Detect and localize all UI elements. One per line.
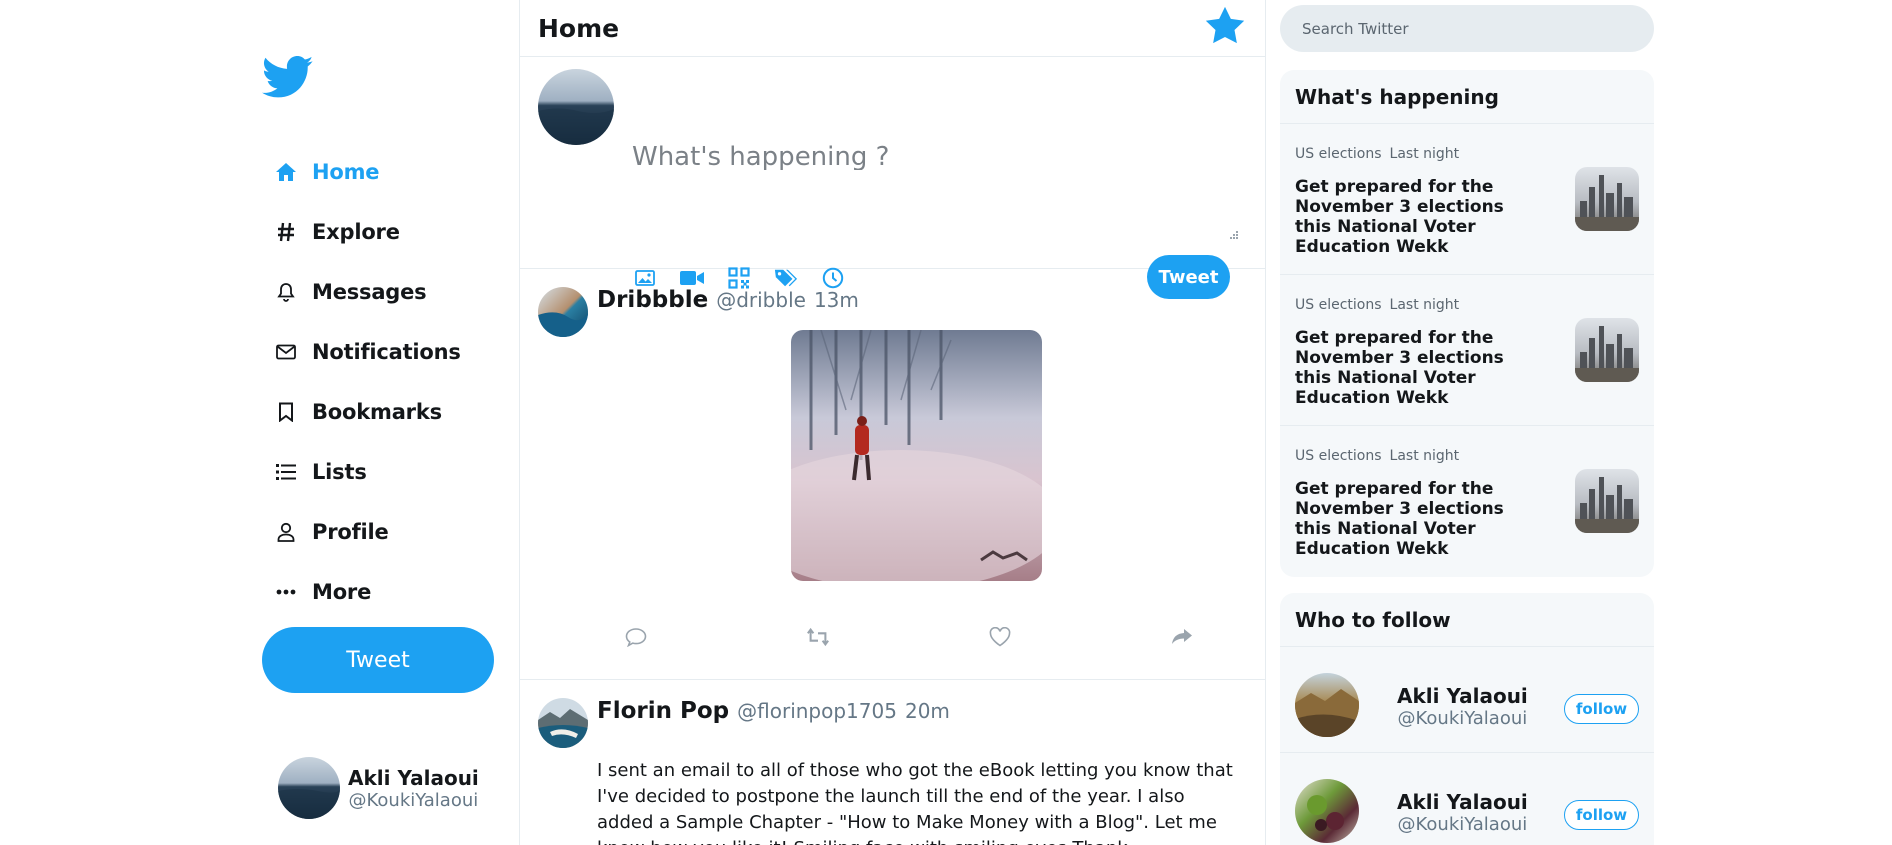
tweet-actions bbox=[624, 625, 1194, 649]
sidebar-item-lists[interactable]: Lists bbox=[274, 452, 367, 492]
follow-suggestion[interactable]: Akli Yalaoui @KoukiYalaoui follow bbox=[1280, 647, 1654, 753]
tweet-handle[interactable]: @florinpop1705 bbox=[737, 699, 897, 723]
avatar bbox=[538, 69, 614, 145]
trend-thumbnail bbox=[1575, 167, 1639, 231]
more-dots-icon bbox=[274, 580, 298, 604]
tweet-author[interactable]: Florin Pop bbox=[597, 698, 729, 724]
feed-header: Home bbox=[520, 0, 1265, 57]
avatar bbox=[278, 757, 340, 819]
trend-category: US elections bbox=[1295, 448, 1382, 464]
trend-title: Get prepared for the November 3 election… bbox=[1295, 479, 1504, 559]
trend-meta: US elections Last night bbox=[1295, 297, 1459, 313]
avatar bbox=[538, 287, 588, 337]
follow-button[interactable]: follow bbox=[1564, 800, 1639, 830]
share-icon[interactable] bbox=[1170, 625, 1194, 649]
follow-name: Akli Yalaoui bbox=[1397, 790, 1528, 814]
trends-title: What's happening bbox=[1280, 70, 1654, 124]
sidebar-item-label: Profile bbox=[312, 520, 389, 544]
reply-icon[interactable] bbox=[624, 625, 648, 649]
retweet-icon[interactable] bbox=[806, 625, 830, 649]
list-icon bbox=[274, 460, 298, 484]
tweet-header: Florin Pop @florinpop1705 20m bbox=[597, 698, 950, 724]
tweet-button[interactable]: Tweet bbox=[262, 627, 494, 693]
sidebar-item-label: Lists bbox=[312, 460, 367, 484]
trend-item[interactable]: US elections Last night Get prepared for … bbox=[1280, 426, 1654, 577]
avatar bbox=[1295, 673, 1359, 737]
trend-time: Last night bbox=[1389, 146, 1460, 162]
search-input[interactable] bbox=[1280, 5, 1654, 52]
like-heart-icon[interactable] bbox=[988, 625, 1012, 649]
sidebar-item-messages[interactable]: Messages bbox=[274, 272, 427, 312]
tweet-handle[interactable]: @dribble bbox=[716, 288, 806, 312]
sidebar-item-label: More bbox=[312, 580, 372, 604]
sidebar-item-home[interactable]: Home bbox=[274, 152, 380, 192]
left-sidebar: Home Explore Messages Notifications Book… bbox=[262, 0, 502, 845]
trend-item[interactable]: US elections Last night Get prepared for … bbox=[1280, 275, 1654, 426]
tweet-time: 13m bbox=[813, 288, 859, 312]
follow-name: Akli Yalaoui bbox=[1397, 684, 1528, 708]
right-column: What's happening US elections Last night … bbox=[1280, 0, 1655, 845]
tweet-text: I sent an email to all of those who got … bbox=[597, 760, 1233, 845]
tweet-author[interactable]: Dribbble bbox=[597, 287, 708, 313]
trend-meta: US elections Last night bbox=[1295, 448, 1459, 464]
trend-thumbnail bbox=[1575, 469, 1639, 533]
sidebar-item-label: Bookmarks bbox=[312, 400, 442, 424]
star-icon[interactable] bbox=[1203, 5, 1247, 51]
envelope-icon bbox=[274, 340, 298, 364]
avatar bbox=[1295, 779, 1359, 843]
tweet-post[interactable]: Florin Pop @florinpop1705 20m I sent an … bbox=[520, 680, 1265, 845]
trend-meta: US elections Last night bbox=[1295, 146, 1459, 162]
home-icon bbox=[274, 160, 298, 184]
sidebar-item-explore[interactable]: Explore bbox=[274, 212, 400, 252]
page-title: Home bbox=[538, 13, 620, 43]
trend-item[interactable]: US elections Last night Get prepared for … bbox=[1280, 124, 1654, 275]
sidebar-item-more[interactable]: More bbox=[274, 572, 371, 612]
follow-suggestion[interactable]: Akli Yalaoui @KoukiYalaoui follow bbox=[1280, 753, 1654, 845]
sidebar-item-label: Notifications bbox=[312, 340, 461, 364]
trend-category: US elections bbox=[1295, 146, 1382, 162]
sidebar-item-notifications[interactable]: Notifications bbox=[274, 332, 461, 372]
sidebar-item-label: Messages bbox=[312, 280, 427, 304]
trend-title: Get prepared for the November 3 election… bbox=[1295, 177, 1504, 257]
twitter-bird-icon[interactable] bbox=[262, 55, 314, 100]
user-icon bbox=[274, 520, 298, 544]
sidebar-item-profile[interactable]: Profile bbox=[274, 512, 389, 552]
follow-button[interactable]: follow bbox=[1564, 694, 1639, 724]
main-feed: Home Twe bbox=[519, 0, 1266, 845]
sidebar-item-label: Explore bbox=[312, 220, 400, 244]
follow-handle: @KoukiYalaoui bbox=[1397, 814, 1528, 835]
profile-name: Akli Yalaoui bbox=[348, 765, 479, 790]
trends-panel: What's happening US elections Last night … bbox=[1280, 70, 1654, 577]
trend-thumbnail bbox=[1575, 318, 1639, 382]
account-switcher[interactable]: Akli Yalaoui @KoukiYalaoui bbox=[278, 757, 479, 819]
profile-handle: @KoukiYalaoui bbox=[348, 789, 479, 811]
tweet-header: Dribbble @dribble 13m bbox=[597, 287, 859, 313]
who-to-follow-panel: Who to follow Akli Yalaoui @KoukiYalaoui… bbox=[1280, 593, 1654, 845]
trend-title: Get prepared for the November 3 election… bbox=[1295, 328, 1504, 408]
tweet-media-image[interactable] bbox=[791, 330, 1042, 581]
tweet-time: 20m bbox=[904, 699, 950, 723]
hashtag-icon bbox=[274, 220, 298, 244]
trend-time: Last night bbox=[1389, 297, 1460, 313]
trend-category: US elections bbox=[1295, 297, 1382, 313]
trend-time: Last night bbox=[1389, 448, 1460, 464]
tweet-composer: Tweet bbox=[520, 57, 1265, 299]
avatar bbox=[538, 698, 588, 748]
who-to-follow-title: Who to follow bbox=[1280, 593, 1654, 647]
sidebar-item-bookmarks[interactable]: Bookmarks bbox=[274, 392, 442, 432]
follow-handle: @KoukiYalaoui bbox=[1397, 708, 1528, 729]
sidebar-item-label: Home bbox=[312, 160, 380, 184]
resize-handle-icon[interactable] bbox=[1227, 227, 1239, 239]
bookmark-icon bbox=[274, 400, 298, 424]
tweet-post[interactable]: Dribbble @dribble 13m bbox=[520, 269, 1265, 680]
bell-icon bbox=[274, 280, 298, 304]
compose-input[interactable] bbox=[632, 144, 1232, 170]
